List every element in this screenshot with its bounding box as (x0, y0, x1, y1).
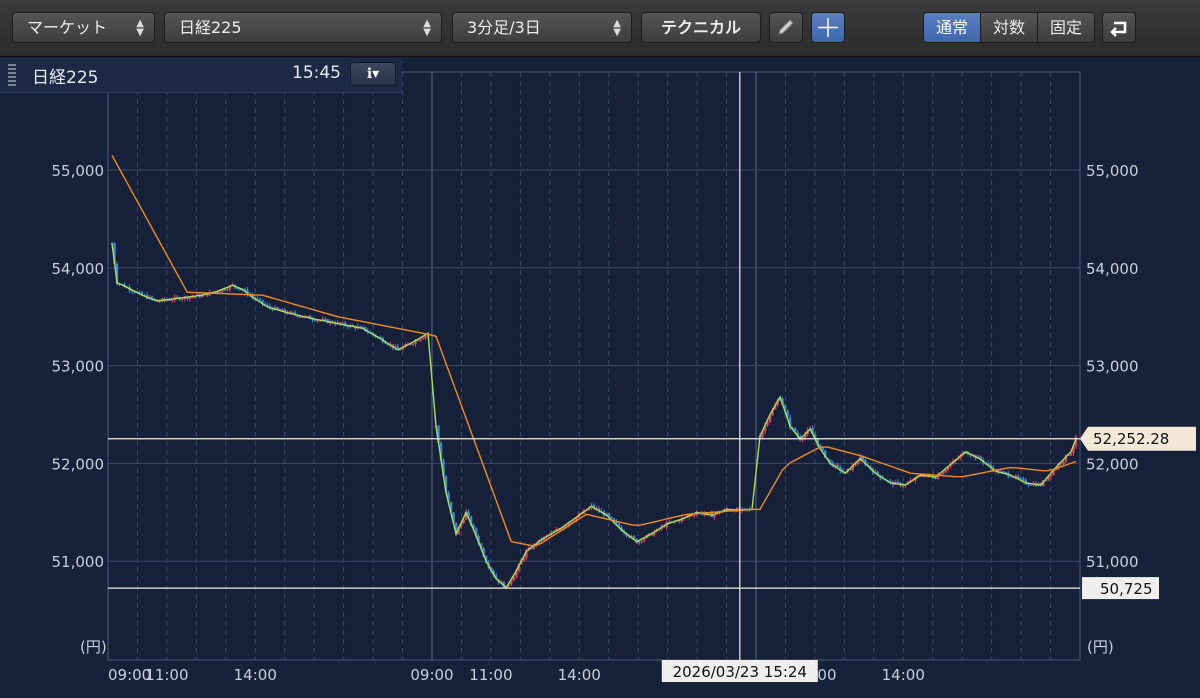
cursor-time-label: 2026/03/23 15:24 (673, 663, 807, 681)
price-chart[interactable]: 51,000 51,000 52,000 52,000 53,000 53,000 54,0… (0, 0, 1200, 698)
candle-body (361, 326, 364, 328)
unit-label-right: (円) (1087, 638, 1114, 656)
panel-time-label: 15:45 (292, 63, 341, 83)
candle-body (313, 320, 317, 322)
candle-body (610, 516, 613, 519)
symbol-info-panel: 日経225 15:45 ℹ▾ (0, 58, 402, 93)
y-tick-label-left: 54,000 (52, 260, 105, 278)
candle-body (258, 299, 262, 301)
candle-body (170, 299, 174, 301)
candle-body (1019, 478, 1023, 480)
candle-body (218, 291, 222, 293)
candle-body (341, 322, 344, 324)
candle-body (1004, 471, 1007, 473)
candle-body (416, 340, 420, 342)
candle-body (640, 540, 643, 542)
y-tick-label-left: 51,000 (52, 553, 105, 571)
candle-body (1029, 484, 1033, 486)
y-tick-label-left: 52,000 (52, 455, 105, 473)
y-tick-label-right: 54,000 (1086, 260, 1139, 278)
candle-body (1017, 475, 1020, 479)
candle-body (421, 337, 425, 340)
candle-body (1062, 461, 1065, 464)
x-tick-label: 11:00 (145, 666, 188, 684)
x-tick-label: 11:00 (469, 666, 512, 684)
candle-body (419, 339, 422, 341)
y-tick-label-left: 55,000 (52, 162, 105, 180)
low-price-marker-label: 50,725 (1100, 580, 1153, 598)
y-tick-label-left: 53,000 (52, 358, 105, 376)
y-tick-label-right: 55,000 (1086, 162, 1139, 180)
candle-body (901, 485, 905, 487)
unit-label-left: (円) (80, 638, 107, 656)
x-tick-label: 14:00 (234, 666, 277, 684)
candle-body (1027, 484, 1030, 486)
x-tick-label: 14:00 (882, 666, 925, 684)
candle-body (323, 319, 327, 321)
candle-body (896, 481, 900, 483)
x-tick-label: 14:00 (558, 666, 601, 684)
candle-body (226, 289, 229, 291)
panel-symbol-label: 日経225 (32, 68, 99, 88)
candle-body (276, 307, 279, 310)
y-tick-label-right: 52,000 (1086, 455, 1139, 473)
y-tick-label-right: 53,000 (1086, 358, 1139, 376)
candle-body (298, 316, 302, 318)
candle-body (836, 464, 839, 467)
last-price-marker-label: 52,252.28 (1093, 430, 1169, 448)
info-icon: ℹ▾ (366, 66, 380, 82)
candle-body (934, 478, 937, 480)
x-tick-label: 09:00 (410, 666, 453, 684)
candle-body (291, 311, 294, 313)
candle-body (181, 298, 184, 300)
candle-body (1022, 478, 1025, 480)
drag-handle-icon[interactable] (8, 64, 16, 86)
candle-body (411, 343, 415, 345)
info-menu-button[interactable]: ℹ▾ (350, 62, 396, 86)
candle-body (1009, 476, 1012, 478)
candle-body (693, 515, 696, 517)
y-tick-label-right: 51,000 (1086, 553, 1139, 571)
